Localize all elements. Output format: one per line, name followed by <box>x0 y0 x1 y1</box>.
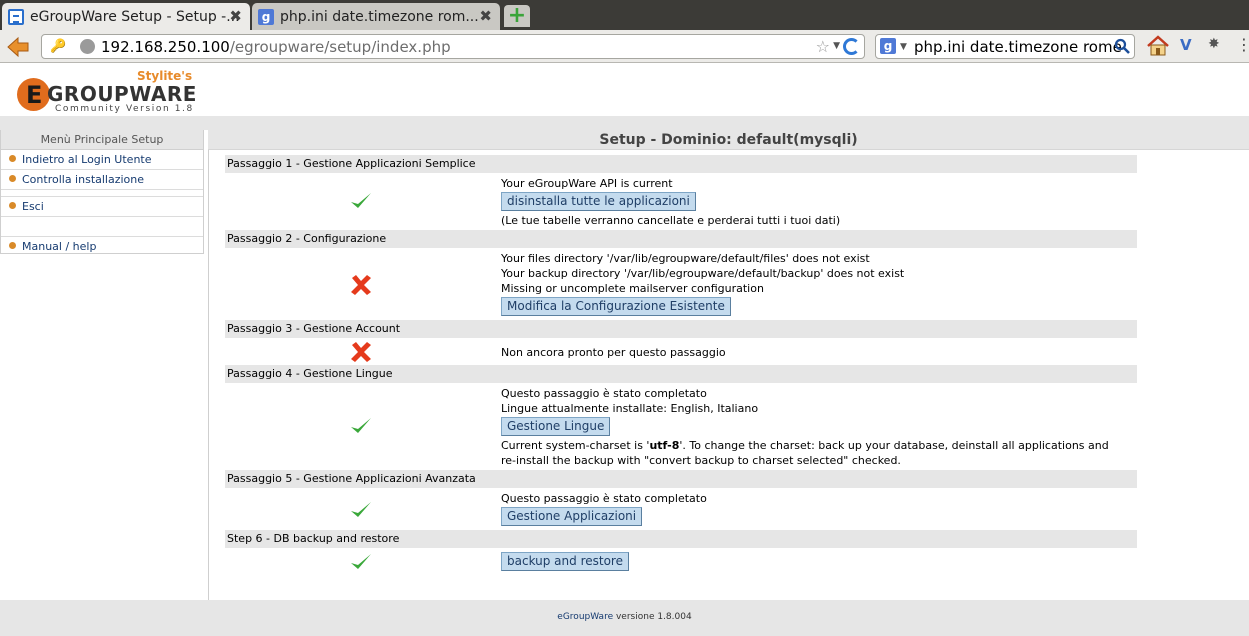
bullet-icon <box>9 242 16 249</box>
search-icon[interactable] <box>1114 38 1130 54</box>
step-4-header: Passaggio 4 - Gestione Lingue <box>225 365 1137 383</box>
uninstall-all-apps-button[interactable]: disinstalla tutte le applicazioni <box>501 192 696 211</box>
search-bar[interactable]: g ▼ php.ini date.timezone rome <box>875 34 1135 59</box>
check-icon <box>351 193 371 208</box>
footer: eGroupWare versione 1.8.004 <box>0 600 1249 636</box>
bullet-icon <box>9 175 16 182</box>
sidebar-title: Menù Principale Setup <box>1 130 203 150</box>
search-input[interactable]: php.ini date.timezone rome <box>914 38 1122 56</box>
step-5-status-text: Questo passaggio è stato completato <box>501 492 707 505</box>
step-4-charset-text: re-install the backup with "convert back… <box>501 454 901 467</box>
sidebar-divider <box>1 190 203 197</box>
google-favicon-icon: g <box>258 8 274 25</box>
check-icon <box>351 418 371 433</box>
backup-and-restore-button[interactable]: backup and restore <box>501 552 629 571</box>
addon-v-icon[interactable]: V <box>1180 36 1192 54</box>
sidebar-item-label: Indietro al Login Utente <box>22 153 152 166</box>
step-2-status-text: Your backup directory '/var/lib/egroupwa… <box>501 267 905 280</box>
url-text[interactable]: 192.168.250.100/egroupware/setup/index.p… <box>101 38 451 56</box>
step-1-status-text: Your eGroupWare API is current <box>501 177 673 190</box>
egroupware-logo: Stylite's E GROUPWARE Community Version … <box>17 67 202 117</box>
step-1-header: Passaggio 1 - Gestione Applicazioni Semp… <box>225 155 1137 173</box>
step-6-header: Step 6 - DB backup and restore <box>225 530 1137 548</box>
step-4-charset-text: Current system-charset is 'utf-8'. To ch… <box>501 438 1109 453</box>
logo-e: E <box>26 81 43 109</box>
charset-prefix: Current system-charset is ' <box>501 439 650 452</box>
sidebar-item-check-installation[interactable]: Controlla installazione <box>1 170 203 190</box>
step-1-warning-text: (Le tue tabelle verranno cancellate e pe… <box>501 214 841 227</box>
logo-wordmark: GROUPWARE <box>47 82 197 106</box>
logo-stylite-text: Stylite's <box>137 69 193 83</box>
addon-bug-icon[interactable]: ✸ <box>1208 36 1220 52</box>
step-3-status-text: Non ancora pronto per questo passaggio <box>501 346 726 359</box>
check-icon <box>351 502 371 517</box>
google-search-engine-icon[interactable]: g <box>880 38 896 54</box>
footer-egroupware-link[interactable]: eGroupWare <box>557 612 613 622</box>
sidebar-item-label: Esci <box>22 200 44 213</box>
url-history-dropdown-icon[interactable]: ▼ <box>833 41 840 51</box>
navigation-toolbar: 🔑 192.168.250.100/egroupware/setup/index… <box>0 30 1249 63</box>
egroupware-favicon-icon <box>8 8 24 25</box>
sidebar-item-back-to-login[interactable]: Indietro al Login Utente <box>1 150 203 170</box>
close-tab-icon[interactable]: ✖ <box>479 7 492 25</box>
tab-google-search[interactable]: g php.ini date.timezone rom... ✖ <box>252 3 500 30</box>
step-2-status-text: Missing or uncomplete mailserver configu… <box>501 282 764 295</box>
bullet-icon <box>9 202 16 209</box>
charset-value: utf-8 <box>649 439 680 452</box>
page: Stylite's E GROUPWARE Community Version … <box>0 63 1249 636</box>
page-title: Setup - Dominio: default(mysqli) <box>599 132 858 148</box>
check-icon <box>351 554 371 569</box>
step-3-header: Passaggio 3 - Gestione Account <box>225 320 1137 338</box>
step-5-header: Passaggio 5 - Gestione Applicazioni Avan… <box>225 470 1137 488</box>
search-engine-dropdown-icon[interactable]: ▼ <box>900 42 907 52</box>
footer-version-text: versione 1.8.004 <box>613 612 692 622</box>
tab-egroupware-setup[interactable]: eGroupWare Setup - Setup -... ✖ <box>2 3 250 30</box>
new-tab-button[interactable]: + <box>504 5 530 27</box>
manage-applications-button[interactable]: Gestione Applicazioni <box>501 507 643 526</box>
header-band <box>0 116 1249 130</box>
step-4-status-text: Questo passaggio è stato completato <box>501 387 707 400</box>
sidebar-divider <box>1 217 203 237</box>
sidebar-item-label: Controlla installazione <box>22 173 145 186</box>
sidebar-item-manual[interactable]: Manual / help <box>1 237 203 257</box>
content-title-bar: Setup - Dominio: default(mysqli) <box>208 130 1249 150</box>
sidebar-menu: Menù Principale Setup Indietro al Login … <box>0 130 204 254</box>
url-path: /egroupware/setup/index.php <box>229 38 451 56</box>
sidebar-item-logout[interactable]: Esci <box>1 197 203 217</box>
back-arrow-icon[interactable] <box>6 36 30 58</box>
step-2-header: Passaggio 2 - Configurazione <box>225 230 1137 248</box>
bookmark-star-icon[interactable]: ☆ <box>816 37 830 56</box>
site-identity-icon[interactable]: 🔑 <box>50 39 66 54</box>
step-4-languages-text: Lingue attualmente installate: English, … <box>501 402 759 415</box>
sidebar-item-label: Manual / help <box>22 240 97 253</box>
globe-icon <box>80 39 95 54</box>
tab-label: eGroupWare Setup - Setup -... <box>30 8 240 25</box>
logo-version: Community Version 1.8 <box>55 104 194 114</box>
cross-icon <box>351 342 371 362</box>
url-host: 192.168.250.100 <box>101 38 230 56</box>
tab-label: php.ini date.timezone rom... <box>280 8 479 25</box>
browser-tab-bar: eGroupWare Setup - Setup -... ✖ g php.in… <box>0 0 1249 30</box>
step-2-status-text: Your files directory '/var/lib/egroupwar… <box>501 252 870 265</box>
url-bar[interactable]: 🔑 192.168.250.100/egroupware/setup/index… <box>41 34 865 59</box>
home-icon[interactable] <box>1146 34 1170 58</box>
close-tab-icon[interactable]: ✖ <box>229 7 242 25</box>
menu-icon[interactable]: ⋮ <box>1236 35 1249 54</box>
setup-steps-panel: Passaggio 1 - Gestione Applicazioni Semp… <box>208 150 1249 600</box>
reload-icon[interactable] <box>843 38 860 55</box>
edit-configuration-button[interactable]: Modifica la Configurazione Esistente <box>501 297 731 316</box>
bullet-icon <box>9 155 16 162</box>
manage-languages-button[interactable]: Gestione Lingue <box>501 417 611 436</box>
cross-icon <box>351 275 371 295</box>
charset-suffix: '. To change the charset: back up your d… <box>679 439 1109 452</box>
